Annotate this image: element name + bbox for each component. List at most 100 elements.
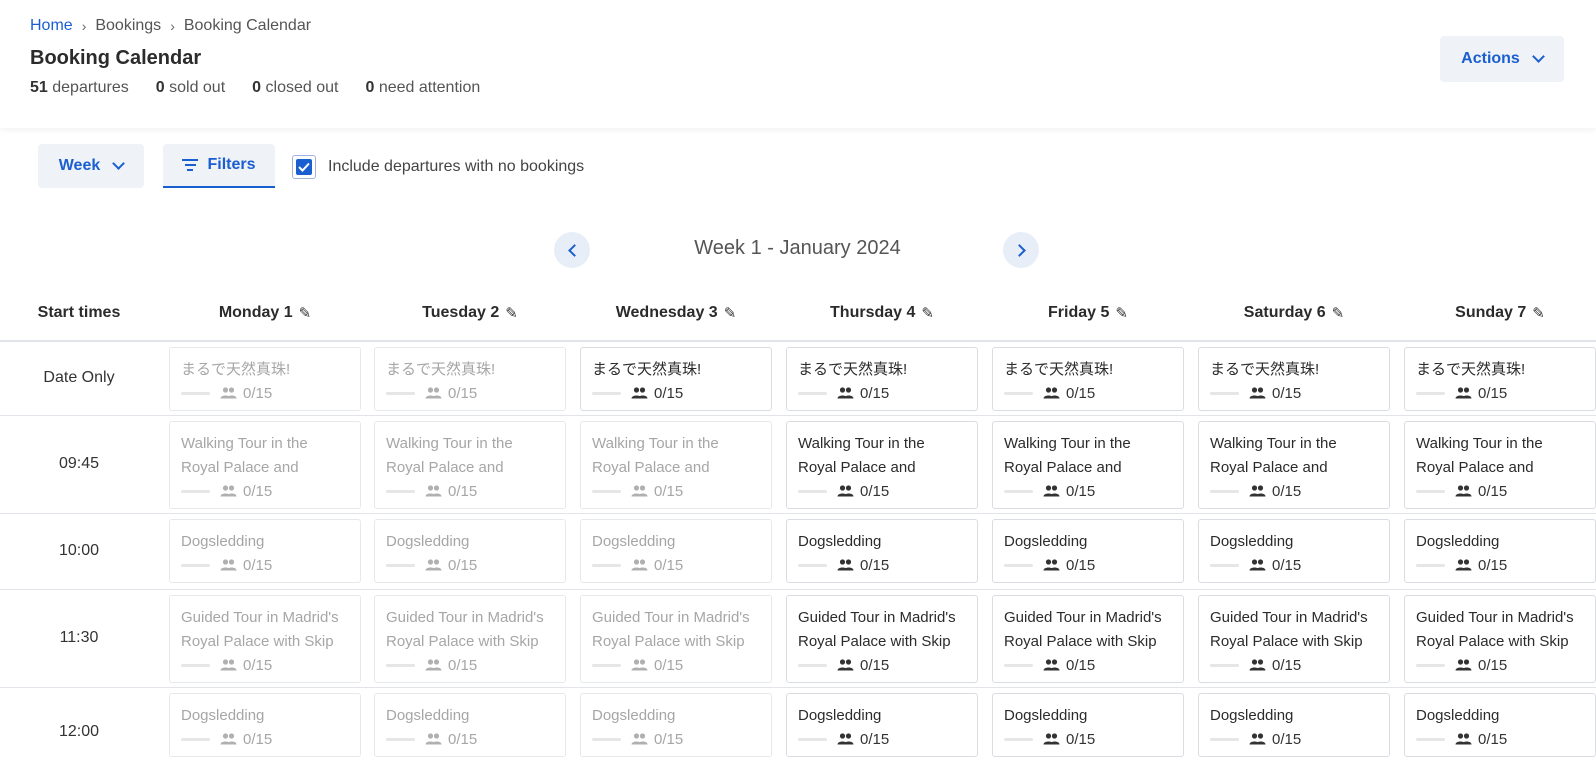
breadcrumb-bookings-link[interactable]: Bookings: [95, 17, 161, 35]
people-icon: [631, 559, 648, 571]
capacity-value: 0/15: [1272, 730, 1302, 748]
stat-departures: 51 departures: [30, 79, 129, 96]
view-select-button[interactable]: Week: [38, 144, 144, 188]
departure-card[interactable]: Dogsledding 0/15: [1198, 693, 1390, 757]
filters-button[interactable]: Filters: [163, 144, 275, 188]
people-icon: [425, 485, 442, 497]
departure-capacity: 0/15: [181, 480, 349, 502]
departure-card[interactable]: Walking Tour in the Royal Palace and Alm…: [374, 421, 566, 509]
departure-title: まるで天然真珠!: [386, 361, 496, 378]
departure-capacity: 0/15: [592, 654, 760, 676]
departure-card[interactable]: Dogsledding 0/15: [169, 693, 361, 757]
departure-card[interactable]: Guided Tour in Madrid's Royal Palace wit…: [1198, 595, 1390, 683]
departure-capacity: 0/15: [386, 728, 554, 750]
departure-card[interactable]: まるで天然真珠! 0/15: [374, 347, 566, 411]
departure-card[interactable]: Dogsledding 0/15: [1198, 519, 1390, 583]
departure-card[interactable]: Walking Tour in the Royal Palace and Alm…: [1198, 421, 1390, 509]
departure-title: Walking Tour in the Royal Palace and Alm…: [1416, 435, 1543, 476]
departure-card[interactable]: Dogsledding 0/15: [992, 519, 1184, 583]
departure-card[interactable]: Guided Tour in Madrid's Royal Palace wit…: [992, 595, 1184, 683]
departure-card[interactable]: まるで天然真珠! 0/15: [992, 347, 1184, 411]
departure-title: まるで天然真珠!: [1210, 361, 1320, 378]
pencil-icon[interactable]: ✎: [1115, 304, 1128, 322]
departure-card[interactable]: まるで天然真珠! 0/15: [1404, 347, 1596, 411]
people-icon: [1455, 659, 1472, 671]
departure-card[interactable]: まるで天然真珠! 0/15: [1198, 347, 1390, 411]
departure-card[interactable]: Guided Tour in Madrid's Royal Palace wit…: [580, 595, 772, 683]
departure-card[interactable]: Dogsledding 0/15: [786, 519, 978, 583]
people-icon: [1043, 387, 1060, 399]
page-header: Home › Bookings › Booking Calendar Booki…: [0, 0, 1596, 128]
day-header[interactable]: Friday 5 ✎: [990, 304, 1186, 322]
capacity-bar: [181, 391, 210, 395]
include-no-bookings-toggle[interactable]: Include departures with no bookings: [292, 155, 584, 179]
departure-card[interactable]: Guided Tour in Madrid's Royal Palace wit…: [374, 595, 566, 683]
departure-card[interactable]: Dogsledding 0/15: [580, 693, 772, 757]
day-header[interactable]: Saturday 6 ✎: [1196, 304, 1392, 322]
people-icon: [425, 659, 442, 671]
capacity-value: 0/15: [654, 384, 684, 402]
capacity-bar: [1004, 663, 1033, 667]
day-header[interactable]: Wednesday 3 ✎: [578, 304, 774, 322]
chevron-left-icon: [567, 243, 581, 257]
start-times-header: Start times: [37, 304, 121, 321]
departure-card[interactable]: Dogsledding 0/15: [169, 519, 361, 583]
pencil-icon[interactable]: ✎: [1532, 304, 1545, 322]
pencil-icon[interactable]: ✎: [1332, 304, 1345, 322]
departure-card[interactable]: Guided Tour in Madrid's Royal Palace wit…: [169, 595, 361, 683]
capacity-value: 0/15: [448, 482, 478, 500]
departure-card[interactable]: まるで天然真珠! 0/15: [169, 347, 361, 411]
pencil-icon[interactable]: ✎: [921, 304, 934, 322]
include-no-bookings-checkbox[interactable]: [292, 155, 316, 179]
departure-card[interactable]: Dogsledding 0/15: [992, 693, 1184, 757]
pencil-icon[interactable]: ✎: [724, 304, 737, 322]
departure-card[interactable]: Walking Tour in the Royal Palace and Alm…: [786, 421, 978, 509]
departure-card[interactable]: Guided Tour in Madrid's Royal Palace wit…: [1404, 595, 1596, 683]
chevron-down-icon: [1531, 50, 1545, 63]
departure-card[interactable]: まるで天然真珠! 0/15: [580, 347, 772, 411]
capacity-bar: [1004, 489, 1033, 493]
actions-button[interactable]: Actions: [1440, 36, 1564, 82]
departure-title: Dogsledding: [798, 707, 882, 724]
people-icon: [220, 387, 237, 399]
departure-card[interactable]: Dogsledding 0/15: [374, 693, 566, 757]
capacity-bar: [798, 489, 827, 493]
checkmark-icon: [296, 159, 312, 175]
day-header[interactable]: Tuesday 2 ✎: [372, 304, 568, 322]
departure-card[interactable]: Walking Tour in the Royal Palace and Alm…: [992, 421, 1184, 509]
capacity-bar: [592, 391, 621, 395]
departure-card[interactable]: Dogsledding 0/15: [1404, 693, 1596, 757]
pencil-icon[interactable]: ✎: [505, 304, 518, 322]
departure-title: Dogsledding: [386, 707, 470, 724]
day-header[interactable]: Thursday 4 ✎: [784, 304, 980, 322]
departure-title: Guided Tour in Madrid's Royal Palace wit…: [386, 609, 544, 650]
departure-card[interactable]: Dogsledding 0/15: [786, 693, 978, 757]
people-icon: [1455, 733, 1472, 745]
people-icon: [1249, 387, 1266, 399]
capacity-value: 0/15: [1066, 384, 1096, 402]
departure-title: Dogsledding: [798, 533, 882, 550]
departure-capacity: 0/15: [798, 554, 966, 576]
departure-capacity: 0/15: [1004, 654, 1172, 676]
departure-card[interactable]: Dogsledding 0/15: [1404, 519, 1596, 583]
stat-sold-out: 0 sold out: [155, 79, 226, 96]
departure-card[interactable]: Dogsledding 0/15: [580, 519, 772, 583]
day-header[interactable]: Sunday 7 ✎: [1402, 304, 1596, 322]
breadcrumb-home-link[interactable]: Home: [30, 17, 73, 35]
previous-week-button[interactable]: [554, 232, 590, 268]
departure-capacity: 0/15: [181, 654, 349, 676]
departure-card[interactable]: Walking Tour in the Royal Palace and Alm…: [169, 421, 361, 509]
departure-card[interactable]: Guided Tour in Madrid's Royal Palace wit…: [786, 595, 978, 683]
departure-card[interactable]: Dogsledding 0/15: [374, 519, 566, 583]
departure-card[interactable]: まるで天然真珠! 0/15: [786, 347, 978, 411]
people-icon: [425, 733, 442, 745]
departure-card[interactable]: Walking Tour in the Royal Palace and Alm…: [580, 421, 772, 509]
pencil-icon[interactable]: ✎: [299, 304, 312, 322]
day-header[interactable]: Monday 1 ✎: [167, 304, 363, 322]
departure-card[interactable]: Walking Tour in the Royal Palace and Alm…: [1404, 421, 1596, 509]
next-week-button[interactable]: [1003, 232, 1039, 268]
capacity-value: 0/15: [448, 730, 478, 748]
chevron-right-icon: [1012, 243, 1026, 257]
people-icon: [1249, 485, 1266, 497]
breadcrumb-separator-icon: ›: [170, 18, 175, 34]
